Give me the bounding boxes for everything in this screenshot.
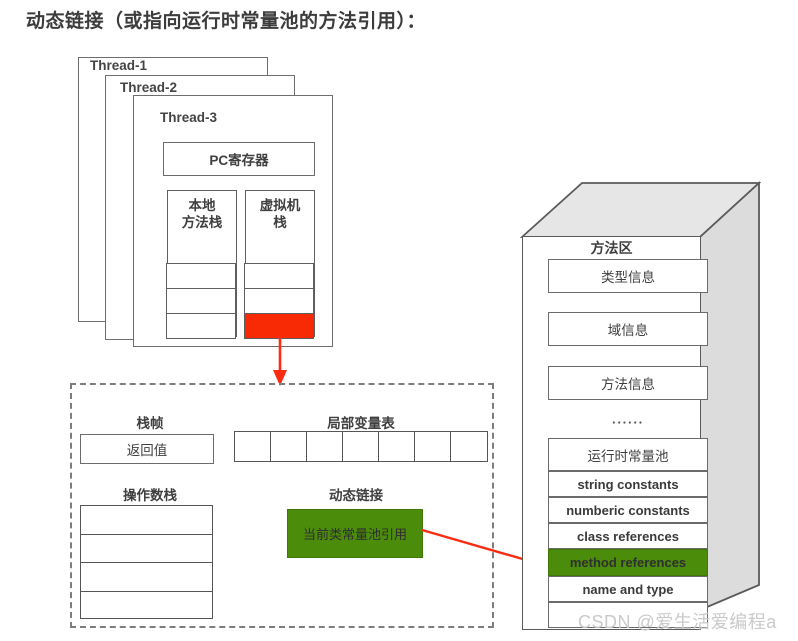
native-method-stack-title: 本地 方法栈: [168, 197, 236, 231]
vm-stack-title-line2: 栈: [273, 215, 287, 230]
vm-stack: 虚拟机 栈: [244, 190, 315, 339]
vm-stack-slot-1: [244, 263, 315, 289]
method-area-title: 方法区: [590, 240, 633, 256]
native-method-stack-title-line1: 本地: [188, 198, 216, 213]
method-area-row-field-info: 域信息: [548, 312, 708, 346]
local-var-cell-3: [307, 432, 343, 461]
native-stack-slot-1: [166, 263, 237, 289]
local-var-cell-4: [343, 432, 379, 461]
constant-pool-row-numberic-constants: numberic constants: [548, 497, 708, 523]
method-area-ellipsis: ······: [612, 415, 644, 430]
method-area-row-method-info: 方法信息: [548, 366, 708, 400]
operand-stack-row-2: [81, 535, 212, 563]
operand-stack-row-4: [81, 592, 212, 621]
operand-stack-label: 操作数栈: [123, 488, 177, 503]
stack-frame-label: 栈帧: [136, 416, 164, 431]
constant-pool-row-name-and-type: name and type: [548, 576, 708, 602]
local-variable-table-label: 局部变量表: [327, 416, 395, 431]
thread-label-3: Thread-3: [160, 110, 218, 125]
operand-stack: [80, 505, 213, 619]
native-method-stack-title-line2: 方法栈: [181, 215, 223, 230]
thread-label-2: Thread-2: [120, 80, 178, 95]
local-var-cell-2: [271, 432, 307, 461]
local-var-cell-5: [379, 432, 415, 461]
local-var-cell-6: [415, 432, 451, 461]
dynamic-link-label: 动态链接: [329, 488, 383, 503]
method-area-row-type-info: 类型信息: [548, 259, 708, 293]
operand-stack-row-3: [81, 563, 212, 592]
constant-pool-row-method-references: method references: [548, 549, 708, 576]
page-title: 动态链接（或指向运行时常量池的方法引用）：: [26, 11, 427, 32]
vm-stack-title: 虚拟机 栈: [246, 197, 314, 231]
diagram-canvas: 动态链接（或指向运行时常量池的方法引用）： Thread-1 Thread-2 …: [0, 0, 798, 641]
vm-stack-slot-2: [244, 288, 315, 314]
current-class-constant-pool-ref-box: 当前类常量池引用: [287, 509, 423, 558]
local-var-cell-1: [235, 432, 271, 461]
return-value-box: 返回值: [80, 434, 214, 464]
local-var-cell-7: [451, 432, 487, 461]
pc-register-box: PC寄存器: [163, 142, 315, 176]
csdn-watermark: CSDN @爱生活爱编程a: [578, 612, 777, 632]
native-stack-slot-2: [166, 288, 237, 314]
runtime-constant-pool-row: 运行时常量池: [548, 438, 708, 471]
operand-stack-row-1: [81, 506, 212, 535]
constant-pool-row-string-constants: string constants: [548, 471, 708, 497]
arrow-vm-stack-to-frame: [273, 336, 287, 386]
native-method-stack: 本地 方法栈: [166, 190, 237, 339]
thread-label-1: Thread-1: [90, 58, 148, 73]
native-stack-slot-3: [166, 313, 237, 339]
vm-stack-title-line1: 虚拟机: [259, 198, 301, 213]
local-variable-table: [234, 431, 488, 462]
constant-pool-row-class-references: class references: [548, 523, 708, 549]
